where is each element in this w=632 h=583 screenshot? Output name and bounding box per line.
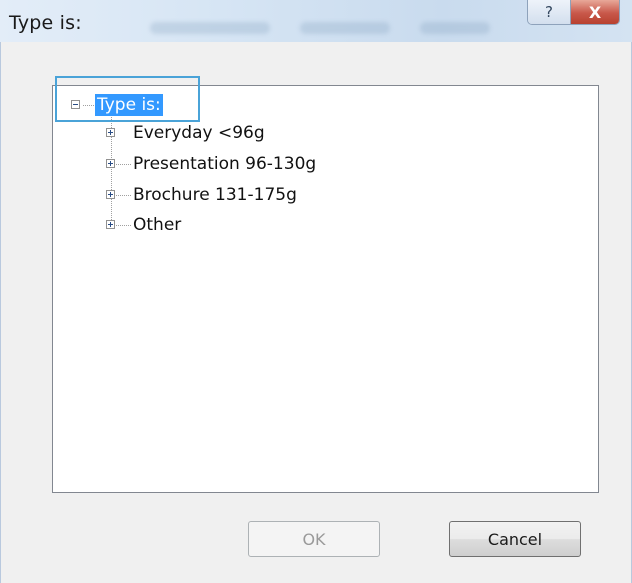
paper-type-tree[interactable] (52, 85, 599, 493)
background-blur (300, 22, 390, 34)
background-blur (150, 22, 270, 34)
title-bar: Type is: ? X (0, 0, 632, 42)
tree-node-brochure[interactable]: Brochure 131-175g (133, 185, 297, 205)
expand-icon[interactable] (106, 190, 115, 199)
callout-highlight (55, 76, 200, 122)
cancel-button[interactable]: Cancel (449, 521, 581, 557)
tree-node-everyday[interactable]: Everyday <96g (133, 123, 265, 143)
help-button[interactable]: ? (528, 0, 571, 24)
expand-icon[interactable] (106, 159, 115, 168)
tree-node-presentation[interactable]: Presentation 96-130g (133, 154, 316, 174)
tree-connector (116, 225, 131, 226)
caption-buttons: ? X (527, 0, 620, 25)
tree-connector (116, 164, 131, 165)
close-button[interactable]: X (571, 0, 619, 24)
ok-button[interactable]: OK (248, 521, 380, 557)
expand-icon[interactable] (106, 220, 115, 229)
tree-connector (116, 195, 131, 196)
expand-icon[interactable] (106, 128, 115, 137)
help-icon: ? (545, 3, 553, 21)
tree-node-other[interactable]: Other (133, 215, 181, 235)
background-blur (420, 22, 490, 34)
window-title: Type is: (9, 12, 82, 34)
close-icon: X (588, 2, 602, 22)
